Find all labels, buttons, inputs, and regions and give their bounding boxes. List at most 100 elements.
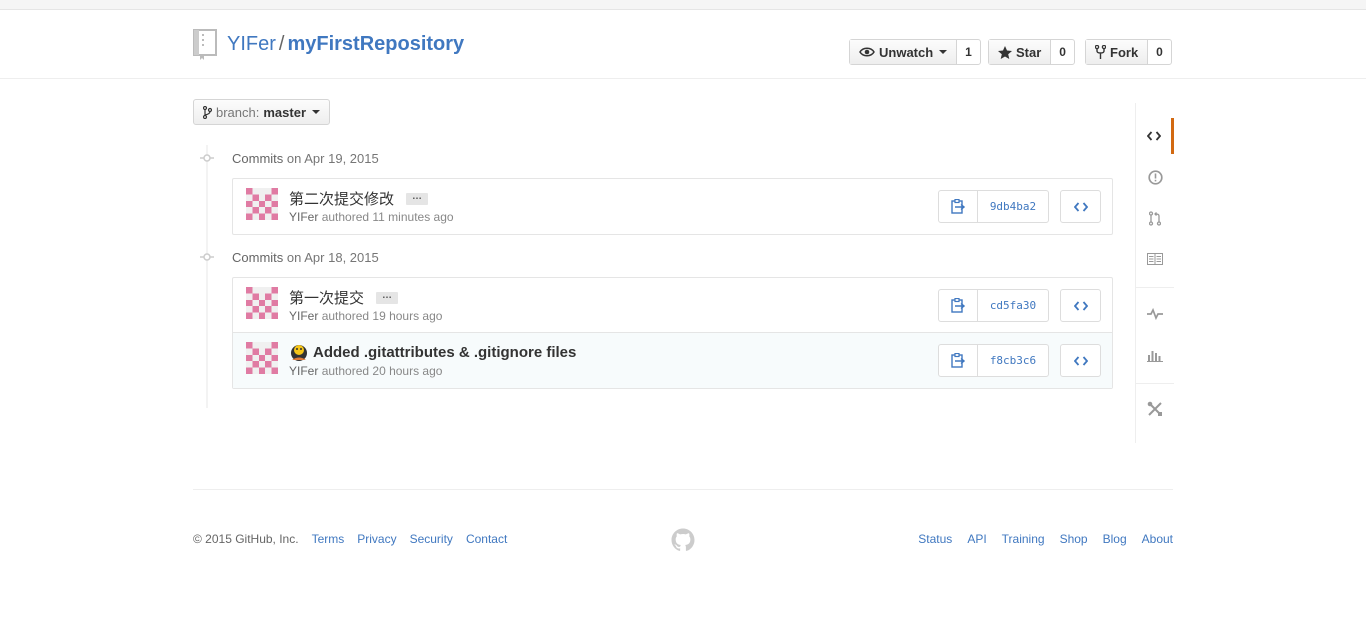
commit-meta: YIFer authored 19 hours ago: [289, 309, 442, 323]
fork-icon: [1095, 45, 1106, 59]
nav-issues[interactable]: [1136, 159, 1174, 195]
branch-name: master: [263, 104, 307, 120]
nav-code[interactable]: [1136, 118, 1174, 154]
star-button[interactable]: Star: [989, 40, 1052, 64]
nav-wiki[interactable]: [1136, 241, 1174, 277]
copy-sha-button[interactable]: [939, 290, 978, 321]
commit-group: 第二次提交修改 … YIFer authored 11 minutes ago …: [232, 178, 1113, 235]
commits-heading-label: Commits: [232, 250, 284, 265]
watch-button-group: Unwatch 1: [849, 39, 981, 65]
commit-time: authored 11 minutes ago: [321, 210, 454, 224]
commit-meta: YIFer authored 20 hours ago: [289, 364, 442, 378]
star-label: Star: [1016, 44, 1042, 60]
footer-link-security[interactable]: Security: [410, 532, 453, 546]
graphs-icon: [1147, 351, 1163, 362]
commit-title: 第二次提交修改 …: [289, 188, 429, 209]
avatar[interactable]: [246, 188, 278, 220]
browse-code-button[interactable]: [1060, 190, 1101, 223]
commit-sha-group: f8cb3c6: [938, 344, 1049, 377]
nav-settings[interactable]: [1136, 391, 1174, 427]
watchers-count[interactable]: 1: [957, 40, 980, 64]
repo-owner-link[interactable]: YIFer: [227, 33, 276, 55]
fork-label: Fork: [1110, 44, 1139, 60]
footer-link-about[interactable]: About: [1142, 532, 1173, 546]
expand-message-button[interactable]: …: [376, 290, 399, 304]
nav-divider: [1136, 287, 1174, 288]
copy-sha-button[interactable]: [939, 191, 978, 222]
footer-link-contact[interactable]: Contact: [466, 532, 507, 546]
commit-dot-icon: [200, 154, 214, 162]
code-icon: [1073, 300, 1088, 311]
fork-button-group: Fork 0: [1085, 39, 1172, 65]
repo-title-separator: /: [278, 33, 285, 55]
footer-link-status[interactable]: Status: [918, 532, 952, 546]
star-button-group: Star 0: [988, 39, 1075, 65]
commit-row: Added .gitattributes & .gitignore files …: [233, 333, 1112, 388]
commit-sha-link[interactable]: 9db4ba2: [978, 191, 1048, 222]
nav-pulse[interactable]: [1136, 296, 1174, 332]
branch-select-button[interactable]: branch: master: [193, 99, 330, 125]
footer-link-terms[interactable]: Terms: [312, 532, 345, 546]
footer-copyright: © 2015 GitHub, Inc.: [193, 532, 299, 546]
nav-graphs[interactable]: [1136, 337, 1174, 373]
code-icon: [1146, 131, 1161, 141]
nav-pull-requests[interactable]: [1136, 200, 1174, 236]
chevron-down-icon: [939, 50, 948, 54]
branch-prefix: branch:: [216, 104, 260, 120]
footer-divider: [193, 489, 1173, 490]
tada-emoji-icon: [291, 345, 307, 361]
commit-meta: YIFer authored 11 minutes ago: [289, 210, 454, 224]
forks-count[interactable]: 0: [1148, 40, 1171, 64]
footer-link-api[interactable]: API: [967, 532, 986, 546]
commit-dot-icon: [200, 253, 214, 261]
commits-day-heading: Commits on Apr 18, 2015: [232, 250, 379, 265]
commits-day-heading: Commits on Apr 19, 2015: [232, 151, 379, 166]
copy-sha-button[interactable]: [939, 345, 978, 376]
commit-time: authored 19 hours ago: [321, 309, 443, 323]
fork-button[interactable]: Fork: [1086, 40, 1149, 64]
commit-sha-link[interactable]: f8cb3c6: [978, 345, 1048, 376]
clipboard-icon: [951, 298, 965, 313]
commit-timeline: [206, 145, 208, 408]
commit-title: Added .gitattributes & .gitignore files: [289, 342, 576, 362]
commit-sha-group: 9db4ba2: [938, 190, 1049, 223]
commit-author-link[interactable]: YIFer: [289, 210, 318, 224]
browse-code-button[interactable]: [1060, 344, 1101, 377]
commit-sha-group: cd5fa30: [938, 289, 1049, 322]
avatar[interactable]: [246, 287, 278, 319]
repo-side-nav: [1135, 103, 1174, 443]
unwatch-label: Unwatch: [879, 44, 934, 60]
unwatch-button[interactable]: Unwatch: [850, 40, 958, 64]
github-mark-icon[interactable]: [671, 528, 695, 552]
clipboard-icon: [951, 353, 965, 368]
commit-author-link[interactable]: YIFer: [289, 309, 318, 323]
footer-link-training[interactable]: Training: [1002, 532, 1045, 546]
commit-group: 第一次提交 … YIFer authored 19 hours ago cd5f…: [232, 277, 1113, 389]
branch-icon: [203, 105, 212, 119]
footer-left: © 2015 GitHub, Inc. Terms Privacy Securi…: [193, 532, 507, 546]
footer-link-shop[interactable]: Shop: [1060, 532, 1088, 546]
commit-author-link[interactable]: YIFer: [289, 364, 318, 378]
repo-title: YIFer / myFirstRepository: [227, 32, 464, 56]
top-strip: [0, 0, 1366, 10]
repo-name-link[interactable]: myFirstRepository: [287, 33, 464, 55]
commit-message-link[interactable]: 第一次提交: [289, 287, 364, 308]
commit-message-link[interactable]: 第二次提交修改: [289, 188, 394, 209]
commit-sha-link[interactable]: cd5fa30: [978, 290, 1048, 321]
eye-icon: [859, 47, 875, 57]
code-icon: [1073, 201, 1088, 212]
star-icon: [998, 45, 1012, 59]
repo-icon: [193, 29, 217, 60]
repo-header: YIFer / myFirstRepository Unwatch 1 Star 0…: [0, 10, 1366, 79]
wiki-icon: [1147, 253, 1163, 265]
footer-link-blog[interactable]: Blog: [1103, 532, 1127, 546]
code-icon: [1073, 355, 1088, 366]
commits-heading-date: on Apr 18, 2015: [286, 250, 379, 265]
footer-link-privacy[interactable]: Privacy: [357, 532, 396, 546]
avatar[interactable]: [246, 342, 278, 374]
nav-divider: [1136, 383, 1174, 384]
stargazers-count[interactable]: 0: [1051, 40, 1074, 64]
expand-message-button[interactable]: …: [406, 191, 429, 205]
browse-code-button[interactable]: [1060, 289, 1101, 322]
commit-message-link[interactable]: Added .gitattributes & .gitignore files: [313, 344, 576, 361]
